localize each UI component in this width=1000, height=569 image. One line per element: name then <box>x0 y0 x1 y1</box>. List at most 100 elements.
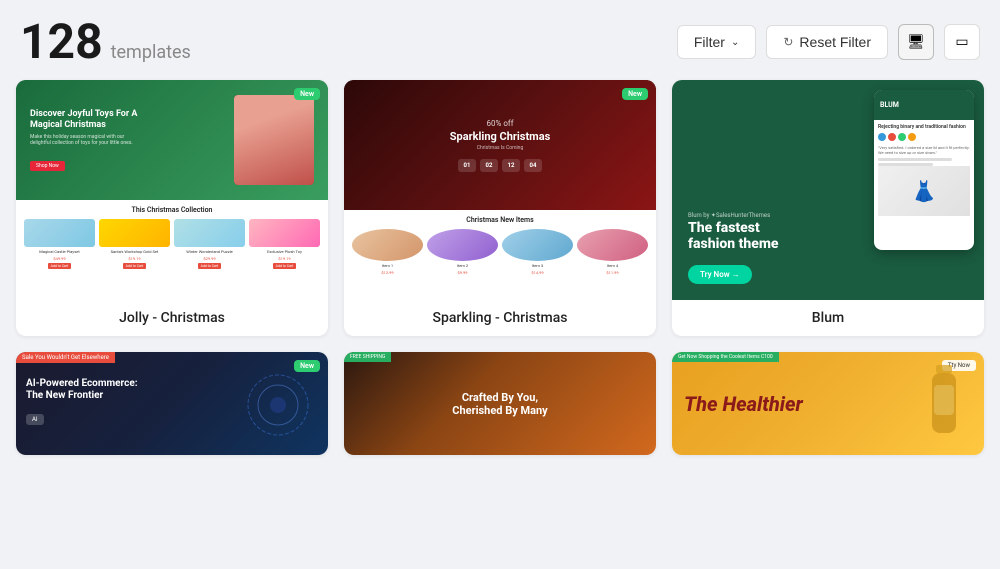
healthier-headline: The Healthier <box>684 393 803 415</box>
item-price: $12.99 <box>381 270 393 275</box>
item-card: Item 2 $9.99 <box>427 229 498 275</box>
card-ai-ecommerce[interactable]: Sale You Wouldn't Get Elsewhere New AI-P… <box>16 352 328 455</box>
add-to-cart-btn[interactable]: Add to Cart <box>48 263 72 269</box>
color-dot-yellow <box>908 133 916 141</box>
blum-by-text: Blum by ✦SalesHunterThemes <box>688 212 779 219</box>
filter-button[interactable]: Filter ⌄ <box>677 25 757 59</box>
product-img <box>174 219 245 247</box>
text-line <box>878 163 933 166</box>
product-item: Exclusive Plush Toy $19.19 Add to Cart <box>249 219 320 269</box>
color-dot-red <box>888 133 896 141</box>
color-dot-green <box>898 133 906 141</box>
blum-tagline: Rejecting binary and traditional fashion <box>878 124 970 130</box>
jolly-preview: Discover Joyful Toys For AMagical Christ… <box>16 80 328 300</box>
blum-try-now-button[interactable]: Try Now → <box>688 265 752 284</box>
blum-phone-header: BLUM <box>874 90 974 120</box>
jolly-top-section: Discover Joyful Toys For AMagical Christ… <box>16 80 328 200</box>
add-to-cart-btn[interactable]: Add to Cart <box>123 263 147 269</box>
ai-label: AI <box>26 414 44 425</box>
product-name: Winter Wonderland Puzzle <box>186 249 233 254</box>
item-card: Item 4 $11.99 <box>577 229 648 275</box>
reset-filter-button[interactable]: ↻ Reset Filter <box>766 25 888 59</box>
sparkling-title: Sparkling Christmas <box>450 130 551 143</box>
product-price: $49.99 <box>53 256 65 261</box>
page-header: 128 templates Filter ⌄ ↻ Reset Filter 🖥 … <box>0 0 1000 80</box>
tablet-icon: ▭ <box>955 34 968 50</box>
filter-label: Filter <box>694 34 725 50</box>
card-healthier[interactable]: Get Now Shopping the Coolest Items C100 … <box>672 352 984 455</box>
product-img <box>99 219 170 247</box>
blum-review: "Very satisfied. I ordered a size M and … <box>878 145 970 155</box>
tablet-view-button[interactable]: ▭ <box>944 24 980 60</box>
item-img <box>577 229 648 261</box>
product-price: $19.19 <box>128 256 140 261</box>
healthier-preview: Get Now Shopping the Coolest Items C100 … <box>672 352 984 455</box>
card-blum[interactable]: BLUM Rejecting binary and traditional fa… <box>672 80 984 336</box>
product-name: Santa's Workshop Gold Set <box>111 249 159 254</box>
crafted-preview: FREE SHIPPING Crafted By You,Cherished B… <box>344 352 656 455</box>
ai-text-content: AI-Powered Ecommerce:The New Frontier AI <box>26 378 138 425</box>
add-to-cart-btn[interactable]: Add to Cart <box>273 263 297 269</box>
countdown-seconds: 04 <box>524 159 542 172</box>
jolly-label: Jolly - Christmas <box>16 300 328 336</box>
countdown-days: 01 <box>458 159 476 172</box>
blum-logo: BLUM <box>880 101 899 109</box>
sparkling-bottom: Christmas New Items Item 1 $12.99 Item 2… <box>344 210 656 300</box>
color-dot-blue <box>878 133 886 141</box>
text-line <box>878 158 952 161</box>
ai-preview: Sale You Wouldn't Get Elsewhere New AI-P… <box>16 352 328 455</box>
count-label: templates <box>111 42 191 63</box>
item-name: Item 4 <box>607 263 618 268</box>
sparkling-preview: New 60% off Sparkling Christmas Christma… <box>344 80 656 300</box>
free-shipping-badge: FREE SHIPPING <box>344 352 391 362</box>
desktop-view-button[interactable]: 🖥 <box>898 24 934 60</box>
product-img <box>24 219 95 247</box>
chevron-down-icon: ⌄ <box>731 37 739 48</box>
blum-color-options <box>878 133 970 141</box>
product-price: $29.99 <box>203 256 215 261</box>
new-badge-sparkling: New <box>622 88 648 100</box>
sparkling-sub: Christmas Is Coming <box>477 145 524 151</box>
blum-headline: The fastestfashion theme <box>688 221 779 252</box>
jolly-cta-button[interactable]: Shop Now <box>30 161 65 171</box>
new-badge: New <box>294 88 320 100</box>
template-count: 128 templates <box>20 18 191 66</box>
product-item: Winter Wonderland Puzzle $29.99 Add to C… <box>174 219 245 269</box>
item-name: Item 3 <box>532 263 543 268</box>
card-crafted[interactable]: FREE SHIPPING Crafted By You,Cherished B… <box>344 352 656 455</box>
add-to-cart-btn[interactable]: Add to Cart <box>198 263 222 269</box>
blum-label: Blum <box>672 300 984 336</box>
get-now-badge: Get Now Shopping the Coolest Items C100 <box>672 352 779 362</box>
count-number: 128 <box>20 18 103 66</box>
item-price: $11.99 <box>606 270 618 275</box>
sparkling-top: New 60% off Sparkling Christmas Christma… <box>344 80 656 210</box>
blum-phone-body: Rejecting binary and traditional fashion… <box>874 120 974 250</box>
product-item: Santa's Workshop Gold Set $19.19 Add to … <box>99 219 170 269</box>
sale-badge: Sale You Wouldn't Get Elsewhere <box>16 352 115 363</box>
countdown-row: 01 02 12 04 <box>458 159 542 172</box>
fashion-icon: 👗 <box>912 179 937 203</box>
jolly-collection-title: This Christmas Collection <box>24 206 320 214</box>
card-jolly[interactable]: Discover Joyful Toys For AMagical Christ… <box>16 80 328 336</box>
refresh-icon: ↻ <box>783 35 793 49</box>
jolly-child-img <box>234 95 314 185</box>
jolly-bottom-section: This Christmas Collection Magical Castle… <box>16 200 328 300</box>
ai-visual <box>238 365 318 445</box>
item-price: $9.99 <box>457 270 467 275</box>
countdown-minutes: 12 <box>502 159 520 172</box>
item-img <box>502 229 573 261</box>
product-name: Magical Castle Playset <box>39 249 79 254</box>
sparkling-items-title: Christmas New Items <box>352 216 648 224</box>
monitor-icon: 🖥 <box>907 34 925 50</box>
blum-text-lines <box>878 158 970 166</box>
card-sparkling[interactable]: New 60% off Sparkling Christmas Christma… <box>344 80 656 336</box>
jolly-text-block: Discover Joyful Toys For AMagical Christ… <box>30 109 234 172</box>
product-row: Magical Castle Playset $49.99 Add to Car… <box>24 219 320 269</box>
jolly-sub: Make this holiday season magical with ou… <box>30 134 234 146</box>
bottle-visual <box>924 365 964 445</box>
item-img <box>352 229 423 261</box>
sparkling-label: Sparkling - Christmas <box>344 300 656 336</box>
blum-product-img: 👗 <box>878 166 970 216</box>
item-price: $14.99 <box>531 270 543 275</box>
product-img <box>249 219 320 247</box>
